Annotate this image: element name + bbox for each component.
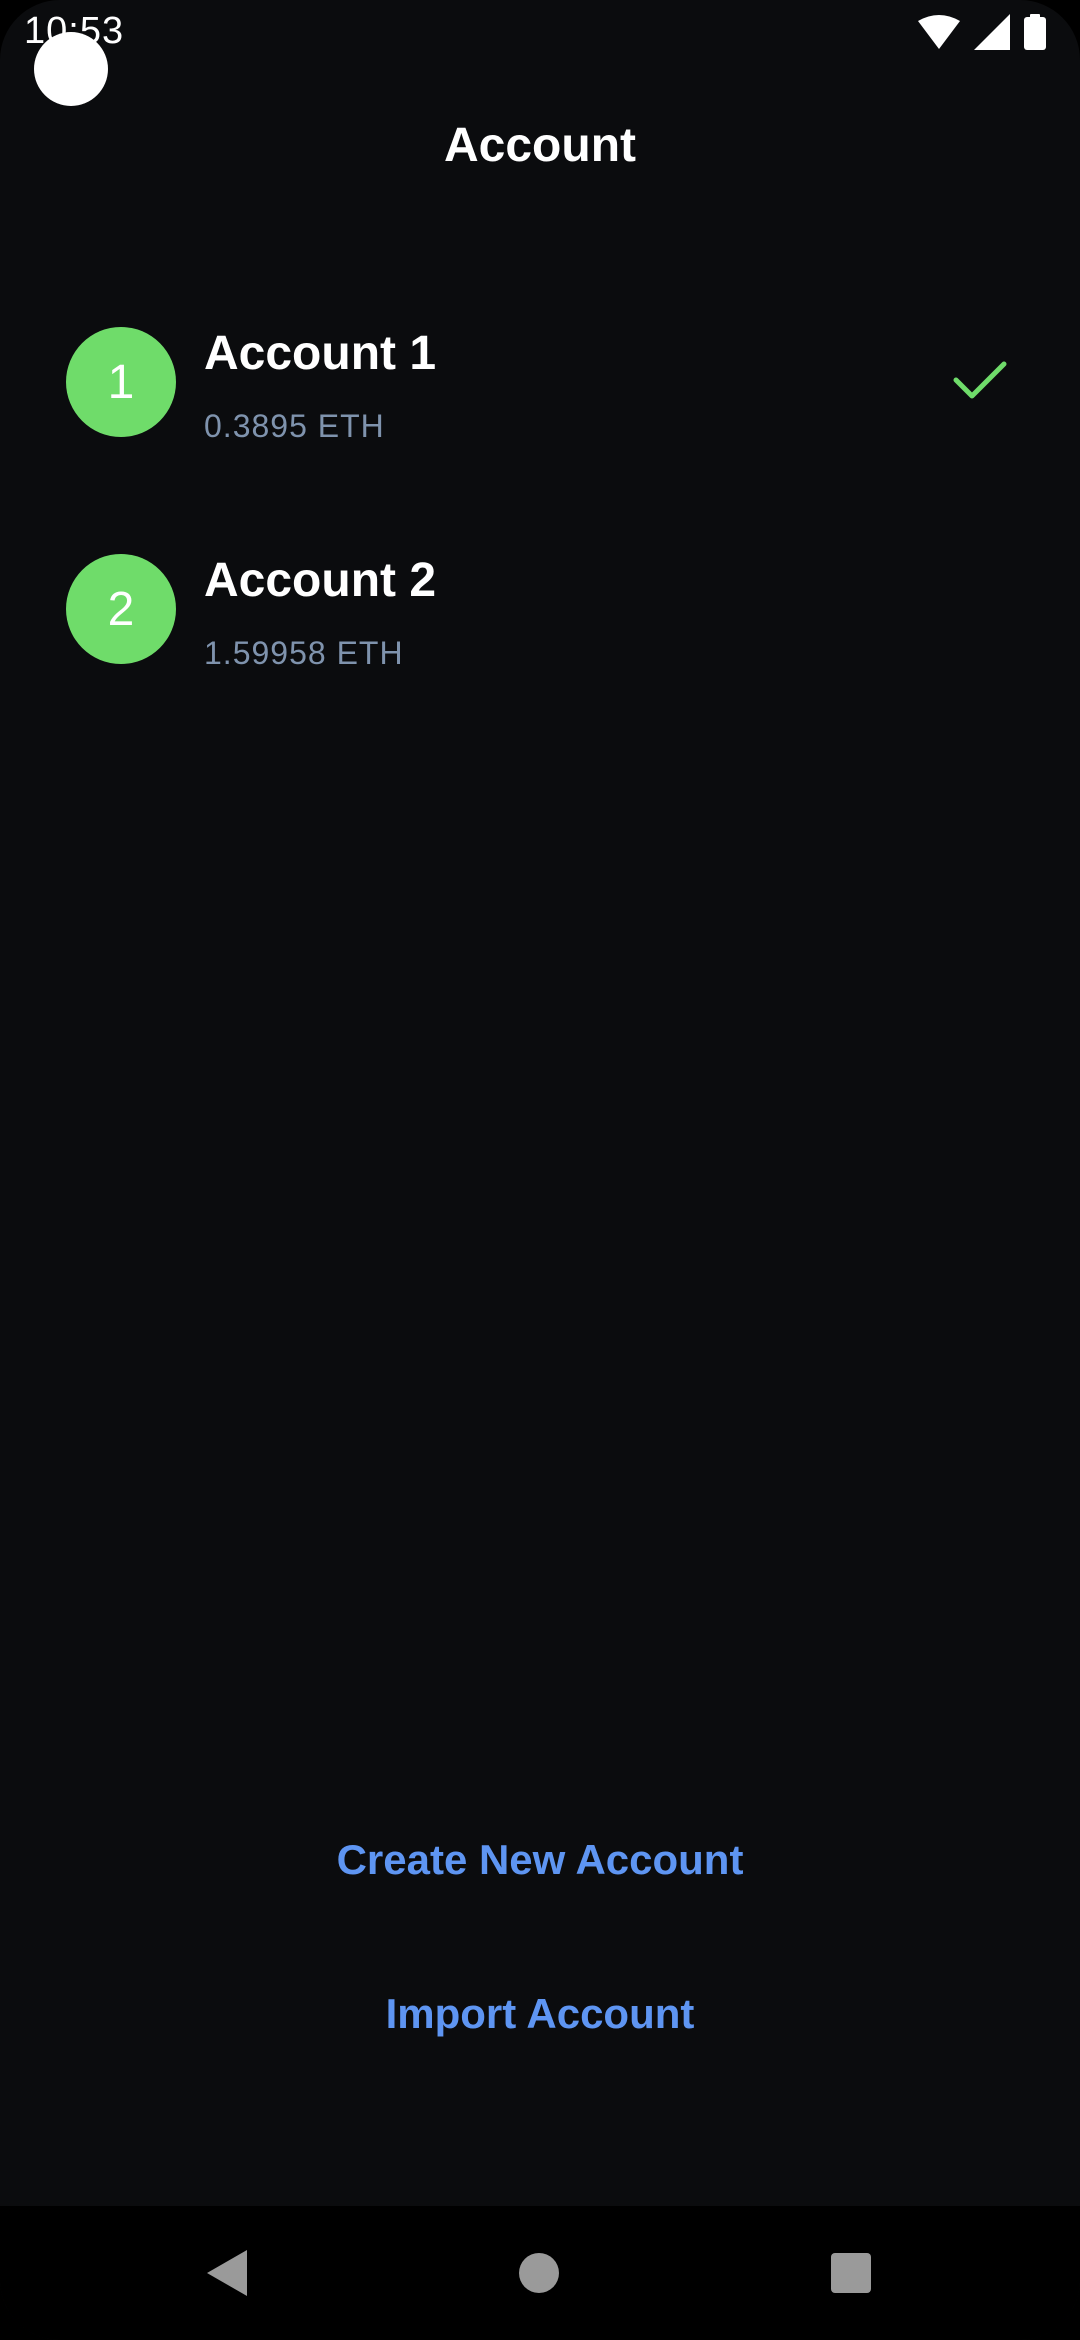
recents-button[interactable] (806, 2228, 896, 2318)
account-name: Account 1 (204, 327, 437, 380)
account-screen: 10:53 Account 1 Account 1 0.3895 ETH 2 A… (0, 0, 1080, 2340)
checkmark-icon (953, 361, 1007, 399)
signal-icon (974, 13, 1010, 55)
navigation-bar (0, 2206, 1080, 2340)
camera-cutout (34, 32, 108, 106)
recents-icon (831, 2253, 871, 2293)
back-icon (207, 2250, 247, 2296)
back-button[interactable] (182, 2228, 272, 2318)
account-item-1[interactable]: 1 Account 1 0.3895 ETH (0, 300, 1080, 527)
account-balance: 1.59958 ETH (204, 635, 404, 671)
account-item-2[interactable]: 2 Account 2 1.59958 ETH (0, 527, 1080, 754)
create-new-account-button[interactable]: Create New Account (0, 1836, 1080, 1884)
page-title: Account (444, 119, 636, 172)
account-avatar: 1 (66, 327, 176, 437)
account-avatar: 2 (66, 554, 176, 664)
home-button[interactable] (494, 2228, 584, 2318)
account-list: 1 Account 1 0.3895 ETH 2 Account 2 1.599… (0, 300, 1080, 754)
status-icons (918, 13, 1046, 55)
account-name: Account 2 (204, 554, 437, 607)
account-balance: 0.3895 ETH (204, 408, 385, 444)
wifi-icon (918, 14, 960, 54)
home-icon (519, 2253, 559, 2293)
battery-icon (1024, 13, 1046, 55)
status-bar: 10:53 (0, 0, 1080, 106)
import-account-button[interactable]: Import Account (0, 1990, 1080, 2038)
